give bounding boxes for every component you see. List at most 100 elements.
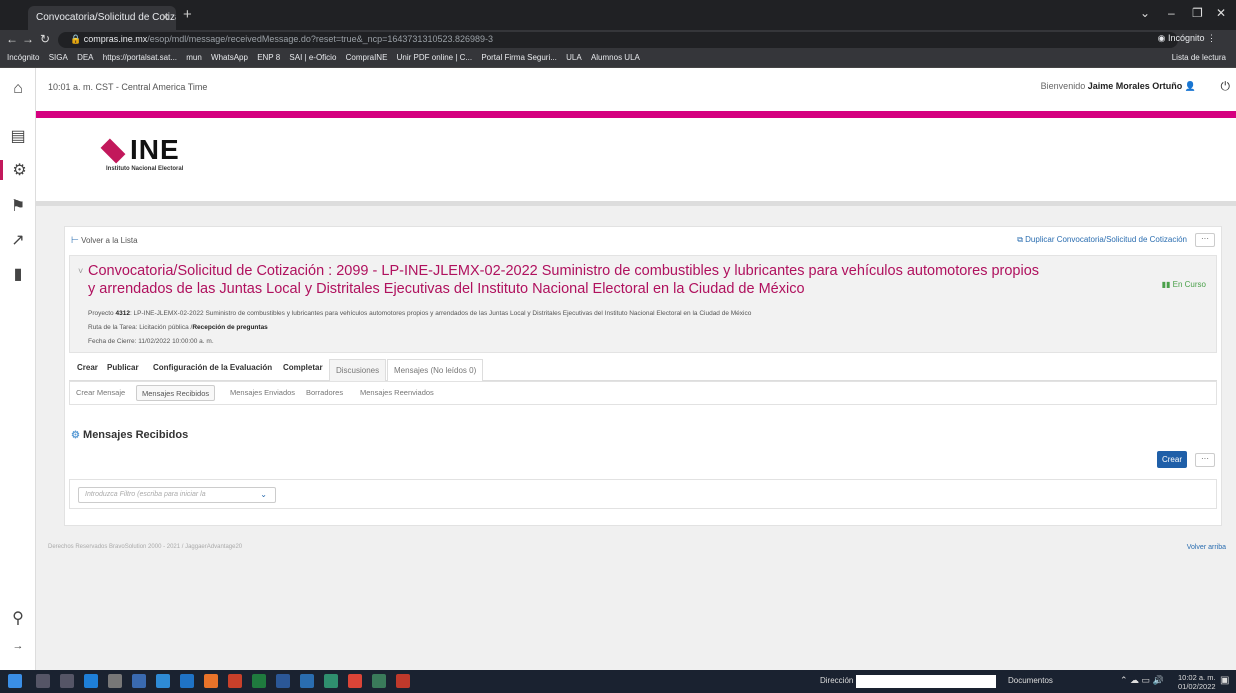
lock-icon: 🔒 [70, 34, 82, 44]
forward-arrow-icon[interactable]: → [22, 32, 34, 46]
reload-icon[interactable]: ↻ [40, 32, 50, 46]
subtab-mensajes-recibidos[interactable]: Mensajes Recibidos [136, 385, 216, 401]
expand-arrow-icon[interactable]: → [0, 640, 36, 652]
bookmark[interactable]: Unir PDF online | C... [397, 53, 472, 62]
taskbar-clock[interactable]: 10:02 a. m. 01/02/2022 [1178, 673, 1216, 691]
tab-discusiones[interactable]: Discusiones [329, 359, 387, 381]
close-date: Fecha de Cierre: 11/02/2022 10:00:00 a. … [88, 338, 214, 345]
url-input[interactable]: 🔒 compras.ine.mx/esop/mdl/message/receiv… [58, 32, 1178, 48]
bookmark[interactable]: mun [186, 53, 202, 62]
tab-mensajes[interactable]: Mensajes (No leídos 0) [387, 359, 484, 381]
bookmark[interactable]: ENP 8 [257, 53, 280, 62]
minimize-icon[interactable]: – [1168, 6, 1175, 20]
filter-input[interactable]: Introduzca Filtro (escriba para iniciar … [78, 487, 276, 503]
rfq-title: Convocatoria/Solicitud de Cotización : 2… [88, 263, 1040, 297]
excel-icon[interactable] [252, 674, 266, 688]
home-icon[interactable]: ⌂ [0, 80, 36, 98]
bookmark[interactable]: Alumnos ULA [591, 53, 640, 62]
tab-search-icon[interactable]: ⌄ [1140, 6, 1150, 20]
bookmark[interactable]: DEA [77, 53, 93, 62]
url-path: /esop/mdl/message/receivedMessage.do?res… [147, 34, 494, 44]
section-title: ⚙ Mensajes Recibidos [71, 429, 189, 441]
incognito-profile[interactable]: ◉ Incógnito ⋮ [1158, 33, 1216, 44]
back-to-list-link[interactable]: ⊢ Volver a la Lista [71, 235, 138, 246]
mail-icon[interactable] [132, 674, 146, 688]
back-icon: ⊢ [71, 235, 79, 245]
browser-tab-title: Convocatoria/Solicitud de Cotiza [36, 12, 176, 23]
message-subtabs: Crear Mensaje Mensajes Recibidos Mensaje… [69, 381, 1217, 405]
pdf-icon[interactable] [396, 674, 410, 688]
dashboard-icon[interactable]: ▤ [0, 126, 36, 146]
welcome-text: Bienvenido Jaime Morales Ortuño 👤 [1040, 81, 1196, 91]
chevron-down-icon[interactable]: ⌄ [260, 490, 267, 499]
documents-icon[interactable]: ▮ [0, 264, 36, 284]
subtab-mensajes-reenviados[interactable]: Mensajes Reenviados [360, 388, 434, 397]
tray-icons[interactable]: ⌃ ☁ ▭ 🔊 [1120, 675, 1164, 686]
address-bar: ← → ↻ 🔒 compras.ine.mx/esop/mdl/message/… [0, 30, 1236, 50]
route-info: Ruta de la Tarea: Licitación pública /Re… [88, 324, 268, 331]
user-icon[interactable]: 👤 [1185, 81, 1196, 91]
maximize-icon[interactable]: ❐ [1192, 6, 1203, 20]
firefox-icon[interactable] [204, 674, 218, 688]
footer-copyright: Derechos Reservados BravoSolution 2000 -… [48, 544, 243, 550]
brand-bar [36, 111, 1236, 118]
browser-tab[interactable]: Convocatoria/Solicitud de Cotiza ✕ [28, 6, 176, 30]
create-button[interactable]: Crear [1157, 451, 1187, 468]
close-tab-icon[interactable]: ✕ [161, 11, 170, 24]
logout-icon[interactable]: ⏻ [1221, 79, 1231, 94]
bookmark[interactable]: SIGA [49, 53, 68, 62]
search-taskbar-icon[interactable] [36, 674, 50, 688]
app-icon[interactable] [372, 674, 386, 688]
powerpoint-icon[interactable] [228, 674, 242, 688]
bookmark[interactable]: WhatsApp [211, 53, 248, 62]
taskbar-address-input[interactable] [856, 675, 996, 688]
sourcing-icon[interactable]: ⚙ [0, 160, 36, 180]
main-tabs: Crear Publicar Configuración de la Evalu… [69, 359, 1217, 381]
edge-icon[interactable] [84, 674, 98, 688]
app-topbar: 10:01 a. m. CST - Central America Time B… [36, 68, 1236, 111]
logo-subtitle: Instituto Nacional Electoral [106, 166, 184, 172]
bookmark[interactable]: SAI | e-Oficio [289, 53, 336, 62]
subtab-borradores[interactable]: Borradores [306, 388, 343, 397]
status-badge: ▮▮ En Curso [1161, 280, 1206, 289]
duplicate-link[interactable]: ⧉ Duplicar Convocatoria/Solicitud de Cot… [1017, 235, 1187, 245]
taskbar-documents[interactable]: Documentos [1008, 676, 1053, 685]
back-to-top-link[interactable]: Volver arriba [1187, 544, 1226, 551]
tab-completar[interactable]: Completar [283, 363, 323, 372]
tab-configuracion[interactable]: Configuración de la Evaluación [153, 363, 272, 372]
photos-icon[interactable] [324, 674, 338, 688]
word-icon[interactable] [276, 674, 290, 688]
filter-box: Introduzca Filtro (escriba para iniciar … [69, 479, 1217, 509]
bookmark[interactable]: ULA [566, 53, 582, 62]
tab-publicar[interactable]: Publicar [107, 363, 139, 372]
more-options-button[interactable]: ··· [1195, 233, 1215, 247]
notifications-icon[interactable]: ▣ [1220, 675, 1229, 686]
project-id: 4312 [115, 310, 130, 317]
search-icon[interactable]: ⚲ [0, 608, 36, 628]
collapse-chevron-icon[interactable]: ˅ [78, 266, 83, 276]
ie-icon[interactable] [180, 674, 194, 688]
reading-list[interactable]: Lista de lectura [1172, 53, 1226, 62]
chrome-icon[interactable] [348, 674, 362, 688]
bookmark[interactable]: https://portalsat.sat... [103, 53, 177, 62]
logo-diamond-icon [100, 138, 126, 164]
windows-start-icon[interactable] [8, 674, 22, 688]
outlook-icon[interactable] [300, 674, 314, 688]
calculator-icon[interactable] [108, 674, 122, 688]
incognito-icon: ◉ [1157, 33, 1166, 43]
more-actions-button[interactable]: ··· [1195, 453, 1215, 467]
bookmark[interactable]: Portal Firma Seguri... [481, 53, 557, 62]
close-window-icon[interactable]: ✕ [1216, 6, 1226, 20]
bookmark[interactable]: Incógnito [7, 53, 39, 62]
task-view-icon[interactable] [60, 674, 74, 688]
back-arrow-icon[interactable]: ← [6, 32, 18, 46]
skype-icon[interactable] [156, 674, 170, 688]
subtab-crear-mensaje[interactable]: Crear Mensaje [76, 388, 125, 397]
rfq-header: ˅ Convocatoria/Solicitud de Cotización :… [69, 255, 1217, 353]
subtab-mensajes-enviados[interactable]: Mensajes Enviados [230, 388, 295, 397]
new-tab-icon[interactable]: + [183, 6, 192, 23]
analytics-icon[interactable]: ↗ [0, 230, 36, 250]
bookmark[interactable]: CompraINE [346, 53, 388, 62]
suppliers-icon[interactable]: ⚑ [0, 196, 36, 216]
tab-crear[interactable]: Crear [77, 363, 98, 372]
